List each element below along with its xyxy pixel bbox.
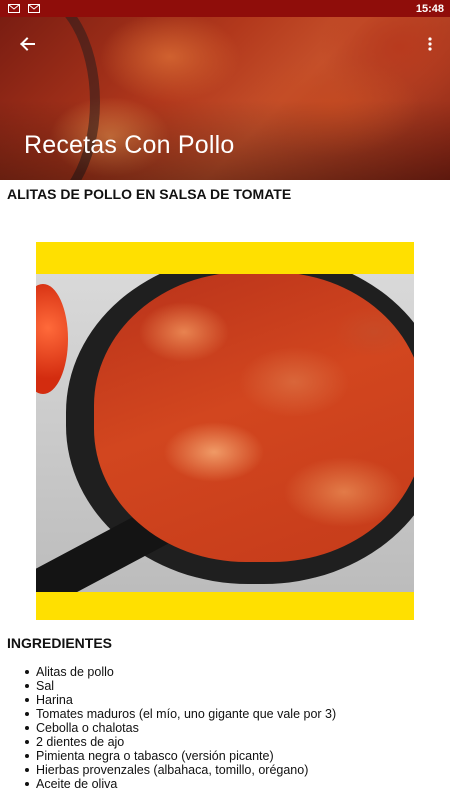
status-time: 15:48 [415, 2, 444, 15]
gmail-icon [28, 4, 40, 13]
status-bar: 15:48 [0, 0, 450, 17]
gmail-icon [8, 4, 20, 13]
ingredients-heading: INGREDIENTES [7, 635, 113, 651]
app-bar-title: Recetas Con Pollo [24, 131, 235, 159]
recipe-title: ALITAS DE POLLO EN SALSA DE TOMATE [7, 186, 292, 202]
list-item: Hierbas provenzales (albahaca, tomillo, … [24, 763, 336, 777]
list-item: 2 dientes de ajo [24, 735, 336, 749]
list-item: Sal [24, 679, 336, 693]
recipe-image [36, 242, 414, 620]
list-item: Alitas de pollo [24, 665, 336, 679]
ingredients-list: Alitas de pollo Sal Harina Tomates madur… [24, 665, 337, 791]
list-item: Pimienta negra o tabasco (versión picant… [24, 749, 336, 763]
list-item: Cebolla o chalotas [24, 721, 336, 735]
list-item: Aceite de oliva [24, 777, 336, 791]
arrow-back-icon [20, 37, 35, 51]
more-options-button[interactable] [420, 31, 440, 57]
app-bar-header: Recetas Con Pollo [0, 17, 450, 180]
notification-icons [8, 4, 40, 13]
list-item: Harina [24, 693, 336, 707]
list-item: Tomates maduros (el mío, uno gigante que… [24, 707, 337, 721]
back-button[interactable] [14, 31, 40, 57]
more-vert-icon [428, 37, 432, 51]
chicken-wings-photo [36, 274, 414, 592]
